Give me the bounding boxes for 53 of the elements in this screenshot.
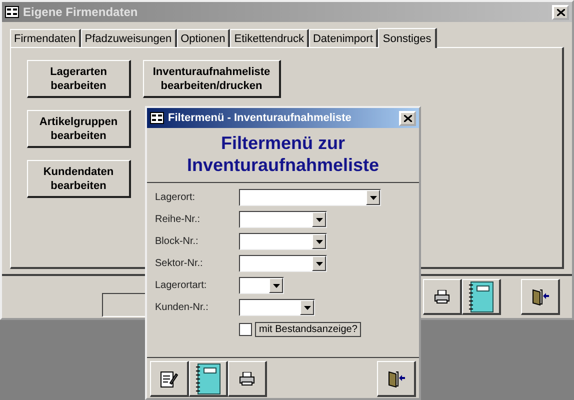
printer-button[interactable] — [423, 279, 462, 315]
tab[interactable]: Datenimport — [308, 29, 378, 47]
tab[interactable]: Pfadzuweisungen — [80, 29, 177, 47]
exit-button[interactable] — [377, 361, 416, 397]
dropdown-field[interactable] — [239, 189, 381, 206]
caret-icon — [316, 218, 322, 222]
printer-button[interactable] — [228, 361, 267, 397]
edit-note-icon — [160, 370, 178, 388]
field-label: Sektor-Nr.: — [155, 258, 204, 269]
close-icon — [404, 114, 412, 122]
dropdown-field[interactable] — [239, 299, 315, 316]
field-label: Kunden-Nr.: — [155, 302, 210, 313]
tab[interactable]: Optionen — [176, 29, 230, 47]
form-icon — [150, 112, 164, 124]
caret-icon — [316, 240, 322, 244]
tab[interactable]: Firmendaten — [10, 29, 81, 47]
window-title: Eigene Firmendaten — [23, 5, 139, 19]
notebook-button[interactable] — [462, 279, 501, 315]
exit-door-icon — [531, 288, 549, 306]
action-button[interactable]: Lagerarten bearbeiten — [27, 60, 131, 98]
notebook-icon — [195, 362, 221, 394]
form-icon — [5, 6, 19, 18]
close-button[interactable] — [399, 110, 416, 126]
field-label: Lagerortart: — [155, 280, 208, 291]
checkbox[interactable] — [239, 323, 252, 336]
caret-icon — [272, 284, 280, 288]
printer-icon — [239, 372, 255, 386]
notebook-icon — [468, 280, 494, 312]
close-button[interactable] — [552, 4, 569, 20]
dropdown-field[interactable] — [239, 277, 284, 294]
tab[interactable]: Etikettendruck — [230, 29, 309, 47]
exit-button[interactable] — [521, 279, 560, 315]
dropdown-field[interactable] — [239, 233, 327, 250]
field-label: Reihe-Nr.: — [155, 214, 202, 225]
dialog-heading: Filtermenü zur Inventuraufnahmeliste — [147, 128, 419, 183]
caret-icon — [304, 306, 310, 310]
caret-icon — [370, 196, 376, 200]
field-label: Lagerort: — [155, 192, 196, 203]
printer-icon — [434, 290, 450, 304]
field-label: Block-Nr.: — [155, 236, 200, 247]
tab[interactable]: Sonstiges — [378, 28, 438, 48]
action-button[interactable]: Kundendaten bearbeiten — [27, 160, 131, 198]
dialog-title: Filtermenü - Inventuraufnahmeliste — [168, 112, 352, 124]
action-button[interactable]: Inventuraufnahmeliste bearbeiten/drucken — [143, 60, 281, 98]
dropdown-field[interactable] — [239, 211, 327, 228]
caret-icon — [316, 262, 322, 266]
action-button[interactable]: Artikelgruppen bearbeiten — [27, 110, 131, 148]
checkbox-label: mit Bestandsanzeige? — [255, 322, 362, 337]
notebook-button[interactable] — [189, 361, 228, 397]
edit-button[interactable] — [150, 361, 189, 397]
exit-door-icon — [387, 370, 405, 388]
dropdown-field[interactable] — [239, 255, 327, 272]
close-icon — [556, 8, 564, 16]
